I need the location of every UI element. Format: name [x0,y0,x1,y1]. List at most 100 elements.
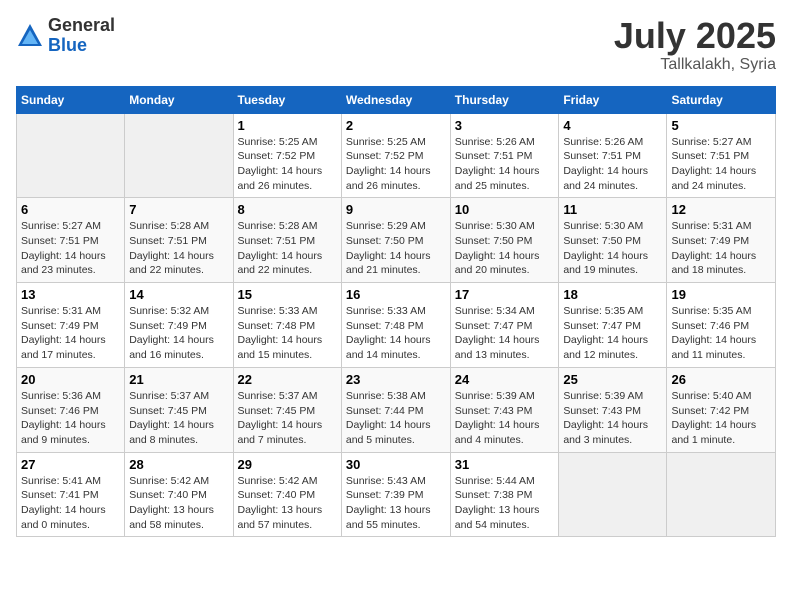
day-number: 26 [671,372,771,387]
header-wednesday: Wednesday [341,86,450,113]
day-number: 3 [455,118,555,133]
calendar-cell: 30 Sunrise: 5:43 AM Sunset: 7:39 PM Dayli… [341,452,450,537]
calendar-cell: 27Sunrise: 5:41 AM Sunset: 7:41 PM Dayli… [17,452,125,537]
calendar-cell: 17 Sunrise: 5:34 AM Sunset: 7:47 PM Dayli… [450,283,559,368]
calendar-cell: 28 Sunrise: 5:42 AM Sunset: 7:40 PM Dayli… [125,452,233,537]
header-sunday: Sunday [17,86,125,113]
day-number: 31 [455,457,555,472]
calendar-cell: 24Sunrise: 5:39 AM Sunset: 7:43 PM Dayli… [450,367,559,452]
logo-general: General [48,16,115,36]
day-info: Sunrise: 5:28 AM Sunset: 7:51 PM Dayligh… [129,219,228,278]
calendar-cell: 15Sunrise: 5:33 AM Sunset: 7:48 PM Dayli… [233,283,341,368]
calendar-cell: 21Sunrise: 5:37 AM Sunset: 7:45 PM Dayli… [125,367,233,452]
calendar-cell: 12Sunrise: 5:31 AM Sunset: 7:49 PM Dayli… [667,198,776,283]
calendar-cell: 10Sunrise: 5:30 AM Sunset: 7:50 PM Dayli… [450,198,559,283]
header-saturday: Saturday [667,86,776,113]
calendar-header-row: Sunday Monday Tuesday Wednesday Thursday… [17,86,776,113]
logo-text: General Blue [48,16,115,56]
header-friday: Friday [559,86,667,113]
calendar-cell: 1Sunrise: 5:25 AM Sunset: 7:52 PM Daylig… [233,113,341,198]
day-number: 21 [129,372,228,387]
day-number: 2 [346,118,446,133]
day-info: Sunrise: 5:30 AM Sunset: 7:50 PM Dayligh… [455,219,555,278]
day-number: 11 [563,202,662,217]
day-info: Sunrise: 5:42 AM Sunset: 7:40 PM Dayligh… [129,474,228,533]
day-info: Sunrise: 5:35 AM Sunset: 7:47 PM Dayligh… [563,304,662,363]
header-monday: Monday [125,86,233,113]
day-info: Sunrise: 5:41 AM Sunset: 7:41 PM Dayligh… [21,474,120,533]
day-number: 17 [455,287,555,302]
day-info: Sunrise: 5:31 AM Sunset: 7:49 PM Dayligh… [21,304,120,363]
calendar-table: Sunday Monday Tuesday Wednesday Thursday… [16,86,776,538]
page-header: General Blue July 2025 Tallkalakh, Syria [16,16,776,74]
day-info: Sunrise: 5:42 AM Sunset: 7:40 PM Dayligh… [238,474,337,533]
calendar-cell: 4Sunrise: 5:26 AM Sunset: 7:51 PM Daylig… [559,113,667,198]
calendar-cell: 31 Sunrise: 5:44 AM Sunset: 7:38 PM Dayli… [450,452,559,537]
day-info: Sunrise: 5:26 AM Sunset: 7:51 PM Dayligh… [455,135,555,194]
day-info: Sunrise: 5:33 AM Sunset: 7:48 PM Dayligh… [346,304,446,363]
day-number: 20 [21,372,120,387]
day-number: 9 [346,202,446,217]
logo-icon [16,22,44,50]
calendar-cell: 20 Sunrise: 5:36 AM Sunset: 7:46 PM Dayli… [17,367,125,452]
calendar-cell [125,113,233,198]
day-number: 23 [346,372,446,387]
day-number: 28 [129,457,228,472]
day-info: Sunrise: 5:36 AM Sunset: 7:46 PM Dayligh… [21,389,120,448]
calendar-cell: 11 Sunrise: 5:30 AM Sunset: 7:50 PM Dayli… [559,198,667,283]
day-info: Sunrise: 5:35 AM Sunset: 7:46 PM Dayligh… [671,304,771,363]
day-info: Sunrise: 5:28 AM Sunset: 7:51 PM Dayligh… [238,219,337,278]
day-number: 25 [563,372,662,387]
day-info: Sunrise: 5:40 AM Sunset: 7:42 PM Dayligh… [671,389,771,448]
calendar-cell: 26 Sunrise: 5:40 AM Sunset: 7:42 PM Dayli… [667,367,776,452]
header-tuesday: Tuesday [233,86,341,113]
day-number: 13 [21,287,120,302]
day-number: 30 [346,457,446,472]
calendar-week-row: 13 Sunrise: 5:31 AM Sunset: 7:49 PM Dayli… [17,283,776,368]
calendar-cell: 16 Sunrise: 5:33 AM Sunset: 7:48 PM Dayli… [341,283,450,368]
day-number: 15 [238,287,337,302]
logo: General Blue [16,16,115,56]
calendar-cell [667,452,776,537]
calendar-cell: 22 Sunrise: 5:37 AM Sunset: 7:45 PM Dayli… [233,367,341,452]
day-info: Sunrise: 5:29 AM Sunset: 7:50 PM Dayligh… [346,219,446,278]
day-info: Sunrise: 5:44 AM Sunset: 7:38 PM Dayligh… [455,474,555,533]
calendar-cell: 18 Sunrise: 5:35 AM Sunset: 7:47 PM Dayli… [559,283,667,368]
day-number: 18 [563,287,662,302]
title-block: July 2025 Tallkalakh, Syria [614,16,776,74]
calendar-week-row: 20 Sunrise: 5:36 AM Sunset: 7:46 PM Dayli… [17,367,776,452]
day-number: 14 [129,287,228,302]
day-number: 5 [671,118,771,133]
calendar-cell: 3 Sunrise: 5:26 AM Sunset: 7:51 PM Daylig… [450,113,559,198]
day-info: Sunrise: 5:43 AM Sunset: 7:39 PM Dayligh… [346,474,446,533]
logo-blue: Blue [48,36,115,56]
day-number: 24 [455,372,555,387]
calendar-cell: 25 Sunrise: 5:39 AM Sunset: 7:43 PM Dayli… [559,367,667,452]
day-number: 8 [238,202,337,217]
calendar-cell: 13 Sunrise: 5:31 AM Sunset: 7:49 PM Dayli… [17,283,125,368]
day-number: 22 [238,372,337,387]
header-thursday: Thursday [450,86,559,113]
calendar-cell: 7Sunrise: 5:28 AM Sunset: 7:51 PM Daylig… [125,198,233,283]
calendar-cell: 5 Sunrise: 5:27 AM Sunset: 7:51 PM Daylig… [667,113,776,198]
month-title: July 2025 [614,16,776,56]
day-info: Sunrise: 5:37 AM Sunset: 7:45 PM Dayligh… [238,389,337,448]
day-info: Sunrise: 5:30 AM Sunset: 7:50 PM Dayligh… [563,219,662,278]
day-info: Sunrise: 5:39 AM Sunset: 7:43 PM Dayligh… [563,389,662,448]
calendar-week-row: 27Sunrise: 5:41 AM Sunset: 7:41 PM Dayli… [17,452,776,537]
calendar-cell: 2 Sunrise: 5:25 AM Sunset: 7:52 PM Daylig… [341,113,450,198]
calendar-cell [559,452,667,537]
calendar-cell: 6Sunrise: 5:27 AM Sunset: 7:51 PM Daylig… [17,198,125,283]
day-info: Sunrise: 5:32 AM Sunset: 7:49 PM Dayligh… [129,304,228,363]
day-info: Sunrise: 5:27 AM Sunset: 7:51 PM Dayligh… [671,135,771,194]
day-info: Sunrise: 5:38 AM Sunset: 7:44 PM Dayligh… [346,389,446,448]
day-info: Sunrise: 5:34 AM Sunset: 7:47 PM Dayligh… [455,304,555,363]
location-title: Tallkalakh, Syria [614,56,776,74]
day-number: 6 [21,202,120,217]
day-info: Sunrise: 5:25 AM Sunset: 7:52 PM Dayligh… [238,135,337,194]
day-number: 12 [671,202,771,217]
day-number: 16 [346,287,446,302]
day-info: Sunrise: 5:25 AM Sunset: 7:52 PM Dayligh… [346,135,446,194]
calendar-cell: 19Sunrise: 5:35 AM Sunset: 7:46 PM Dayli… [667,283,776,368]
day-info: Sunrise: 5:26 AM Sunset: 7:51 PM Dayligh… [563,135,662,194]
